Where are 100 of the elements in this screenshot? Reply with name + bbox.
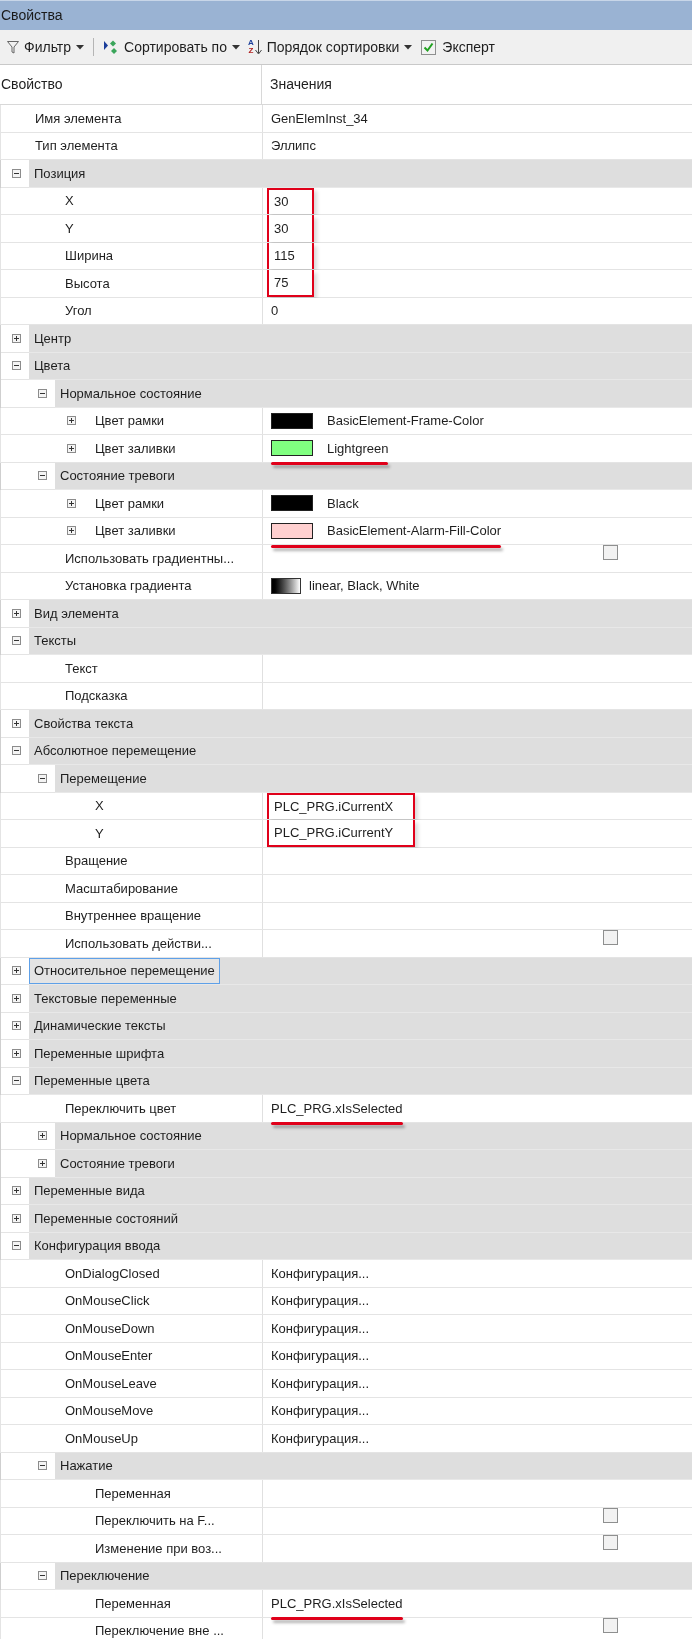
property-row[interactable]: OnMouseMove Конфигурация... (0, 1397, 692, 1425)
group-label[interactable]: Цвета (34, 356, 71, 376)
group-label[interactable]: Переменные цвета (34, 1071, 150, 1091)
property-row[interactable]: Изменение при воз... (0, 1535, 692, 1563)
group-label[interactable]: Позиция (34, 163, 86, 183)
group-label[interactable]: Перемещение (60, 768, 147, 788)
collapse-icon[interactable] (12, 746, 21, 756)
group-label[interactable]: Свойства текста (34, 713, 134, 733)
property-label: Угол (65, 302, 92, 320)
expert-toggle[interactable]: Эксперт (421, 36, 495, 58)
group-label[interactable]: Нормальное состояние (60, 383, 202, 403)
group-label[interactable]: Переменные вида (34, 1181, 145, 1201)
property-value: PLC_PRG.iCurrentX (274, 798, 394, 816)
collapse-icon[interactable] (38, 471, 47, 481)
group-label[interactable]: Центр (34, 328, 72, 348)
property-label: X (65, 192, 74, 210)
property-row[interactable]: Y 30 (0, 215, 692, 243)
expand-icon[interactable] (67, 443, 76, 453)
property-label: Цвет заливки (95, 522, 176, 540)
property-value: Конфигурация... (271, 1319, 370, 1338)
expand-icon[interactable] (12, 1186, 21, 1196)
group-label[interactable]: Конфигурация ввода (34, 1236, 161, 1256)
collapse-icon[interactable] (12, 361, 21, 371)
property-row[interactable]: Цвет заливки Lightgreen (0, 435, 692, 463)
property-row[interactable]: Внутреннее вращение (0, 902, 692, 930)
property-row[interactable]: Подсказка (0, 682, 692, 710)
property-row[interactable]: Имя элемента GenElemInst_34 (0, 105, 692, 133)
collapse-icon[interactable] (38, 1461, 47, 1471)
property-row[interactable]: Текст (0, 655, 692, 683)
group-label[interactable]: Состояние тревоги (60, 1153, 175, 1173)
collapse-icon[interactable] (38, 773, 47, 783)
property-row[interactable]: Вращение (0, 847, 692, 875)
expand-icon[interactable] (12, 333, 21, 343)
toolbar-dropdown[interactable]: A Z Порядок сортировки (246, 36, 414, 58)
collapse-icon[interactable] (12, 1076, 21, 1086)
group-label[interactable]: Вид элемента (34, 603, 119, 623)
property-value: Конфигурация... (271, 1374, 370, 1393)
group-label[interactable]: Нажатие (60, 1456, 113, 1476)
group-label[interactable]: Переключение (60, 1566, 150, 1586)
property-row[interactable]: Установка градиента linear, Black, White (0, 572, 692, 600)
property-row[interactable]: Тип элемента Эллипс (0, 132, 692, 160)
property-row[interactable]: OnMouseClick Конфигурация... (0, 1287, 692, 1315)
property-row[interactable]: Переключить на F... (0, 1507, 692, 1535)
property-row[interactable]: Ширина 115 (0, 242, 692, 270)
property-row[interactable]: Переменная (0, 1480, 692, 1508)
checkbox[interactable] (603, 1535, 618, 1550)
expand-icon[interactable] (38, 1158, 47, 1168)
collapse-icon[interactable] (38, 1571, 47, 1581)
property-row[interactable]: Переключить цвет PLC_PRG.xIsSelected (0, 1095, 692, 1123)
checkbox[interactable] (603, 545, 618, 560)
property-row[interactable]: Цвет заливки BasicElement-Alarm-Fill-Color (0, 517, 692, 545)
expand-icon[interactable] (67, 526, 76, 536)
property-row[interactable]: OnMouseDown Конфигурация... (0, 1315, 692, 1343)
group-label[interactable]: Тексты (34, 631, 77, 651)
property-row[interactable]: OnMouseUp Конфигурация... (0, 1425, 692, 1453)
property-row[interactable]: Цвет рамки Black (0, 490, 692, 518)
expand-icon[interactable] (12, 966, 21, 976)
expand-icon[interactable] (12, 718, 21, 728)
expand-icon[interactable] (12, 993, 21, 1003)
collapse-icon[interactable] (12, 636, 21, 646)
property-label: Высота (65, 274, 110, 293)
group-label[interactable]: Нормальное состояние (60, 1126, 202, 1146)
property-label: Тип элемента (35, 137, 118, 155)
group-label[interactable]: Переменные состояний (34, 1208, 178, 1228)
expand-icon[interactable] (12, 1048, 21, 1058)
expand-icon[interactable] (67, 498, 76, 508)
property-row[interactable]: X 30 (0, 187, 692, 215)
property-row[interactable]: OnMouseEnter Конфигурация... (0, 1342, 692, 1370)
expand-icon[interactable] (12, 1213, 21, 1223)
property-label: OnMouseDown (65, 1319, 155, 1338)
property-row[interactable]: Использовать градиентны... (0, 545, 692, 573)
property-row[interactable]: Переменная PLC_PRG.xIsSelected (0, 1590, 692, 1618)
property-value: Black (327, 494, 359, 513)
property-row[interactable]: Высота 75 (0, 270, 692, 298)
toolbar-dropdown[interactable]: Сортировать по (102, 36, 241, 58)
group-label[interactable]: Текстовые переменные (34, 988, 177, 1008)
property-row[interactable]: Использовать действи... (0, 930, 692, 958)
property-row[interactable]: OnMouseLeave Конфигурация... (0, 1370, 692, 1398)
checkbox[interactable] (421, 39, 437, 55)
group-label[interactable]: Абсолютное перемещение (34, 741, 197, 761)
expand-icon[interactable] (12, 1021, 21, 1031)
property-row[interactable]: OnDialogClosed Конфигурация... (0, 1260, 692, 1288)
property-row[interactable]: Угол 0 (0, 297, 692, 325)
checkbox[interactable] (603, 1617, 618, 1633)
checkbox[interactable] (603, 1507, 618, 1523)
property-row[interactable]: X PLC_PRG.iCurrentX (0, 792, 692, 820)
collapse-icon[interactable] (12, 168, 21, 178)
collapse-icon[interactable] (38, 388, 47, 398)
expand-icon[interactable] (38, 1131, 47, 1141)
property-row[interactable]: Масштабирование (0, 875, 692, 903)
expand-icon[interactable] (67, 416, 76, 426)
group-label[interactable]: Динамические тексты (34, 1016, 166, 1036)
group-label[interactable]: Состояние тревоги (60, 466, 175, 486)
checkbox[interactable] (603, 930, 618, 945)
property-row[interactable]: Цвет рамки BasicElement-Frame-Color (0, 407, 692, 435)
expand-icon[interactable] (12, 608, 21, 618)
group-label[interactable]: Переменные шрифта (34, 1043, 165, 1063)
toolbar-dropdown[interactable]: Фильтр (6, 36, 86, 58)
property-row[interactable]: Y PLC_PRG.iCurrentY (0, 820, 692, 848)
collapse-icon[interactable] (12, 1241, 21, 1251)
